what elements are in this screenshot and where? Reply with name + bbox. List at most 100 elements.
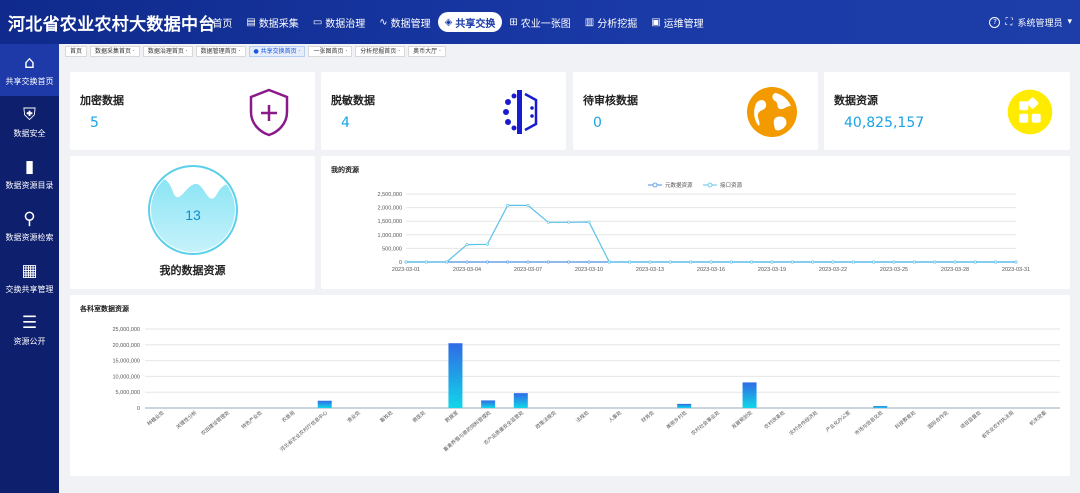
stat-card-resources: 数据资源 40,825,157 bbox=[824, 72, 1070, 150]
data-point bbox=[648, 260, 652, 264]
bar bbox=[742, 382, 757, 408]
nav-label: 共享交换 bbox=[455, 18, 496, 30]
y-tick-label: 1,000,000 bbox=[378, 233, 402, 239]
x-tick-label: 2023-03-31 bbox=[1002, 267, 1030, 273]
x-tick-label: 发展规划处 bbox=[730, 409, 754, 430]
data-point bbox=[912, 260, 916, 264]
legend-marker bbox=[707, 182, 713, 188]
shield-plus-icon bbox=[249, 88, 289, 137]
nav-item-data-collect[interactable]: ▤ 数据采集 bbox=[239, 12, 305, 32]
x-tick-label: 项目监督处 bbox=[959, 409, 983, 430]
data-point bbox=[831, 260, 835, 264]
x-tick-label: 2023-03-13 bbox=[636, 267, 664, 273]
nav-item-data-management[interactable]: ∿ 数据管理 bbox=[372, 12, 437, 32]
x-tick-label: 渔业处 bbox=[346, 409, 362, 424]
sidebar-item-label: 共享交换首页 bbox=[5, 77, 54, 86]
data-point bbox=[567, 220, 571, 224]
y-tick-label: 0 bbox=[137, 406, 140, 412]
sidebar: ⌂ 共享交换首页 ⛨ 数据安全 ▮ 数据资源目录 ⚲ 数据资源检索 ▦ 交换共享管理 ☰ 资… bbox=[0, 44, 59, 493]
sidebar-item-label: 资源公开 bbox=[13, 337, 46, 346]
monitor-icon: ▭ bbox=[312, 16, 323, 28]
data-point bbox=[933, 260, 937, 264]
sidebar-item-exchange-management[interactable]: ▦ 交换共享管理 bbox=[0, 252, 59, 304]
x-tick-label: 美丽乡村处 bbox=[665, 409, 689, 430]
nav-label: 数据管理 bbox=[390, 18, 431, 30]
x-tick-label: 数据室 bbox=[444, 409, 460, 424]
search-nodes-icon: ⚲ bbox=[23, 209, 36, 229]
tab-home[interactable]: 首页 bbox=[65, 46, 88, 57]
sidebar-item-resource-catalog[interactable]: ▮ 数据资源目录 bbox=[0, 148, 59, 200]
x-tick-label: 特色产业处 bbox=[240, 409, 264, 430]
data-point bbox=[668, 260, 672, 264]
tab-map-home[interactable]: 一张图首页 · bbox=[308, 46, 353, 57]
nav-label: 首页 bbox=[212, 18, 233, 30]
x-tick-label: 种植业处 bbox=[146, 409, 166, 427]
sidebar-item-resource-search[interactable]: ⚲ 数据资源检索 bbox=[0, 200, 59, 252]
y-tick-label: 25,000,000 bbox=[112, 327, 140, 333]
data-point bbox=[689, 260, 693, 264]
x-tick-label: 农村合作经济处 bbox=[788, 409, 819, 437]
sidebar-item-label: 交换共享管理 bbox=[5, 285, 54, 294]
tab-coin-hall[interactable]: 奥币大厅 · bbox=[408, 46, 446, 57]
x-tick-label: 农垦局 bbox=[280, 409, 296, 424]
data-collect-icon: ▤ bbox=[246, 16, 256, 28]
y-tick-label: 2,500,000 bbox=[378, 192, 402, 198]
x-tick-label: 2023-03-04 bbox=[453, 267, 481, 273]
tab-analysis-home[interactable]: 分析挖掘首页 · bbox=[355, 46, 406, 57]
x-tick-label: 关键性分析 bbox=[175, 409, 199, 430]
tab-data-management-home[interactable]: 数据管理首页 · bbox=[195, 46, 246, 57]
help-icon[interactable]: ? bbox=[989, 16, 1001, 28]
data-point bbox=[465, 243, 469, 247]
data-point bbox=[526, 260, 530, 264]
y-tick-label: 0 bbox=[399, 260, 402, 266]
x-tick-label: 2023-03-25 bbox=[880, 267, 908, 273]
sidebar-item-label: 数据资源目录 bbox=[5, 181, 54, 190]
nav-item-agri-map[interactable]: ⊞ 农业一张图 bbox=[502, 12, 577, 32]
nav-label: 分析挖掘 bbox=[597, 18, 638, 30]
nav-item-analysis[interactable]: ▥ 分析挖掘 bbox=[578, 12, 644, 32]
data-point bbox=[506, 203, 510, 207]
user-name[interactable]: 系统管理员 bbox=[1017, 16, 1062, 29]
bar-chart-icon: ▥ bbox=[584, 16, 595, 28]
nav-item-home[interactable]: ⌂ 首页 bbox=[196, 12, 239, 32]
data-point bbox=[485, 260, 489, 264]
data-point bbox=[729, 260, 733, 264]
data-point bbox=[465, 260, 469, 264]
stat-value: 4 bbox=[341, 115, 350, 131]
chevron-down-icon[interactable]: ▾ bbox=[1067, 17, 1072, 27]
home-icon: ⌂ bbox=[24, 53, 35, 73]
x-tick-label: 市场与信息化处 bbox=[853, 409, 884, 437]
y-tick-label: 1,500,000 bbox=[378, 219, 402, 225]
tab-data-collect-home[interactable]: 数据采集首页 · bbox=[90, 46, 140, 57]
x-tick-label: 政策法规处 bbox=[534, 409, 558, 430]
nav-item-data-governance[interactable]: ▭ 数据治理 bbox=[306, 12, 372, 32]
app-title: 河北省农业农村大数据中台 bbox=[8, 14, 216, 35]
x-tick-label: 2023-03-16 bbox=[697, 267, 725, 273]
x-tick-label: 农村改革处 bbox=[763, 409, 787, 430]
map-grid-icon: ⊞ bbox=[509, 16, 518, 28]
apps-icon bbox=[1007, 89, 1053, 135]
data-point bbox=[587, 220, 591, 224]
data-point bbox=[546, 260, 550, 264]
home-icon: ⌂ bbox=[203, 16, 210, 28]
stat-label: 待审核数据 bbox=[583, 94, 638, 107]
ops-icon: ▣ bbox=[651, 16, 661, 28]
sidebar-item-data-security[interactable]: ⛨ 数据安全 bbox=[0, 96, 59, 148]
bar bbox=[448, 343, 463, 408]
fullscreen-icon[interactable]: ⛶ bbox=[1005, 17, 1012, 28]
tab-share-exchange-home[interactable]: ● 共享交换首页 · bbox=[248, 46, 306, 57]
shield-bolt-icon: ⛨ bbox=[23, 105, 36, 125]
data-point bbox=[445, 260, 449, 264]
data-point bbox=[953, 260, 957, 264]
x-tick-label: 2023-03-22 bbox=[819, 267, 847, 273]
sidebar-item-share-home[interactable]: ⌂ 共享交换首页 bbox=[0, 44, 59, 96]
sidebar-item-resource-public[interactable]: ☰ 资源公开 bbox=[0, 304, 59, 356]
x-tick-label: 法规处 bbox=[574, 409, 590, 424]
x-tick-label: 2023-03-07 bbox=[514, 267, 542, 273]
data-point bbox=[506, 260, 510, 264]
x-tick-label: 人事处 bbox=[607, 409, 623, 424]
nav-item-share-exchange[interactable]: ◈ 共享交换 bbox=[437, 12, 503, 32]
stat-value: 5 bbox=[90, 115, 99, 131]
tab-data-governance-home[interactable]: 数据治理首页 · bbox=[142, 46, 193, 57]
nav-item-ops[interactable]: ▣ 运维管理 bbox=[644, 12, 710, 32]
